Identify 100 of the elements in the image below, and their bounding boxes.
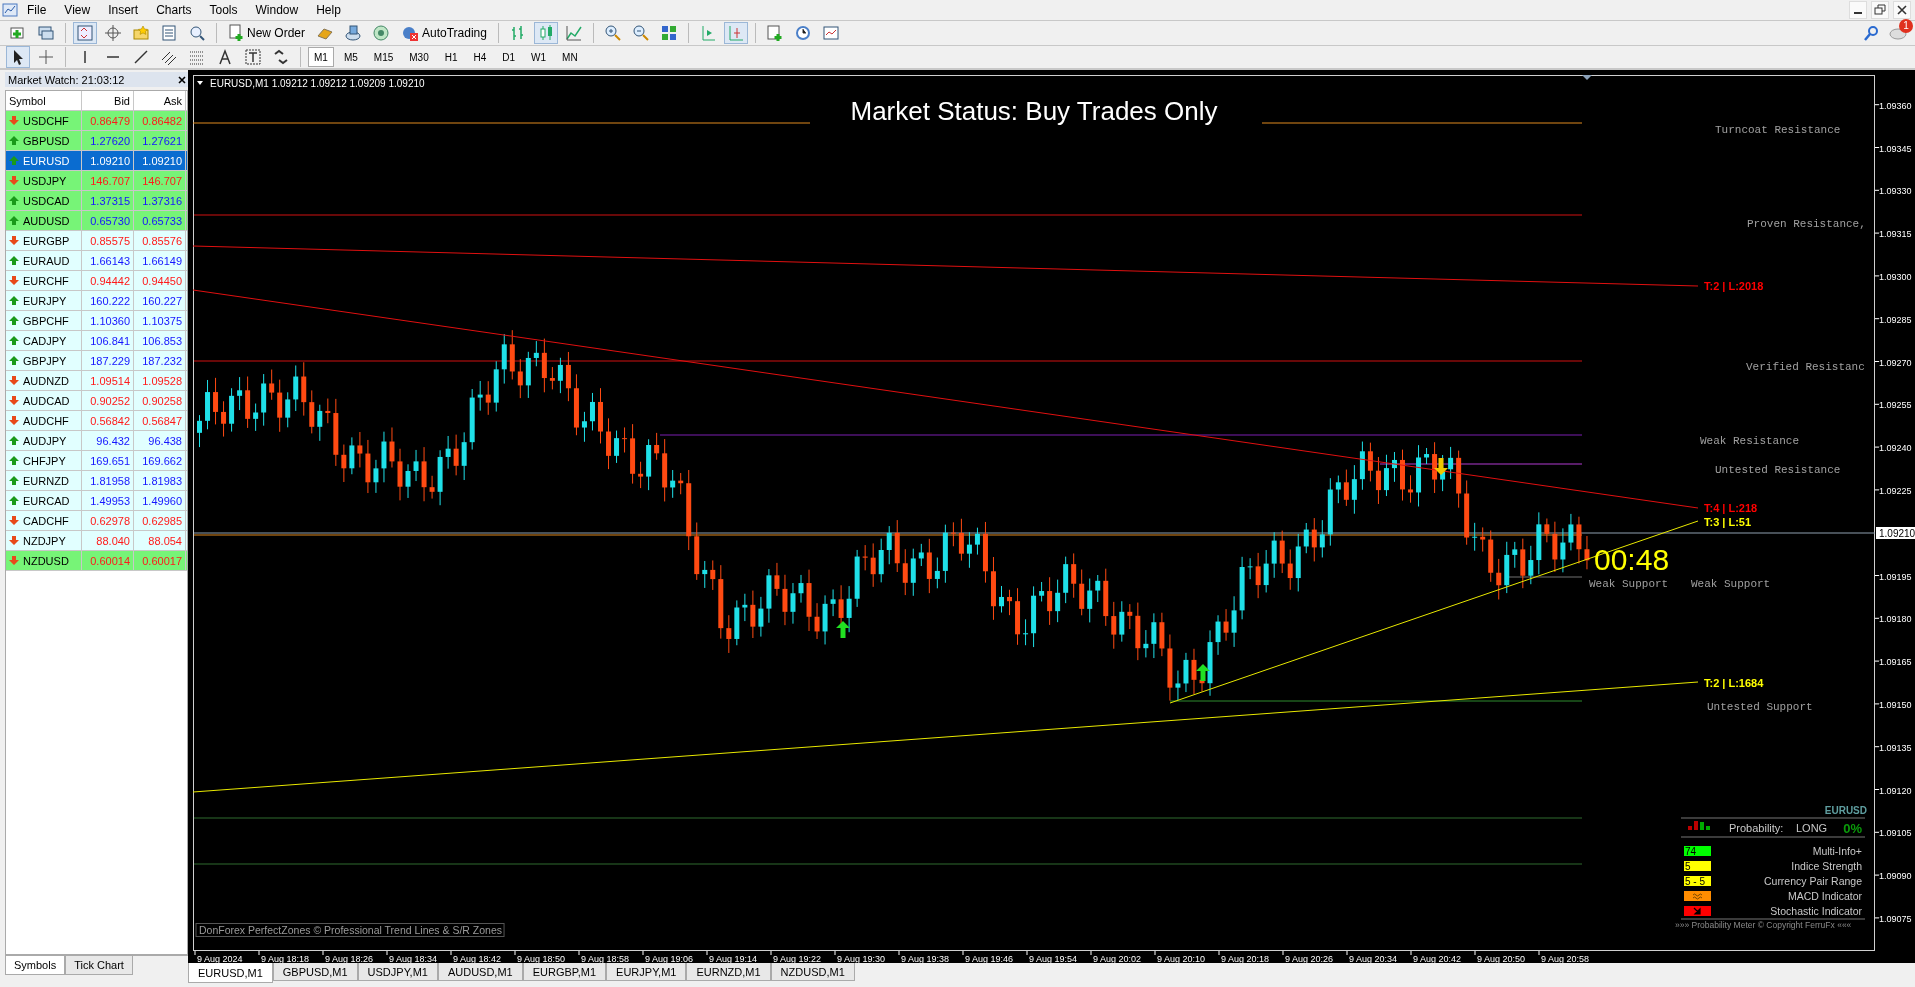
symbol-row[interactable]: EURCHF 0.94442 0.94450 bbox=[6, 271, 187, 291]
zone-label: Untested Resistance bbox=[1715, 464, 1841, 476]
crosshair-icon[interactable] bbox=[104, 24, 122, 42]
menu-item[interactable]: Insert bbox=[99, 3, 148, 17]
symbol-row[interactable]: USDCAD 1.37315 1.37316 bbox=[6, 191, 187, 211]
text-icon[interactable] bbox=[216, 48, 234, 66]
zoom-in-icon[interactable] bbox=[603, 24, 622, 42]
tile-windows-icon[interactable] bbox=[659, 24, 678, 42]
symbol-row[interactable]: EURCAD 1.49953 1.49960 bbox=[6, 491, 187, 511]
bid-price: 187.229 bbox=[82, 351, 134, 370]
timeframe-button[interactable]: H1 bbox=[438, 47, 464, 67]
clock-icon[interactable] bbox=[793, 24, 812, 42]
symbol-row[interactable]: AUDUSD 0.65730 0.65733 bbox=[6, 211, 187, 231]
symbol-row[interactable]: AUDJPY 96.432 96.438 bbox=[6, 431, 187, 451]
zone-label: Verified Resistanc bbox=[1746, 361, 1865, 373]
templates-icon[interactable] bbox=[765, 24, 784, 42]
symbol-name: AUDCAD bbox=[23, 394, 70, 407]
star-folder-icon[interactable] bbox=[132, 24, 150, 42]
direction-label: LONG bbox=[1796, 822, 1828, 834]
profiles-icon[interactable] bbox=[37, 24, 55, 42]
data-window-icon[interactable] bbox=[160, 24, 178, 42]
timeframe-button[interactable]: H4 bbox=[467, 47, 493, 67]
ask-price: 0.86482 bbox=[134, 111, 186, 130]
symbol-name: EURJPY bbox=[23, 294, 67, 307]
cloud-server-icon[interactable] bbox=[344, 24, 362, 42]
chart-tab[interactable]: AUDUSD,M1 bbox=[437, 963, 523, 981]
tester-icon[interactable] bbox=[188, 24, 206, 42]
timeframe-button[interactable]: M5 bbox=[337, 47, 364, 67]
new-chart-icon[interactable] bbox=[9, 24, 27, 42]
chart-tab[interactable]: EURNZD,M1 bbox=[686, 963, 771, 981]
column-header[interactable]: Symbol bbox=[6, 91, 82, 110]
text-label-icon[interactable] bbox=[244, 48, 262, 66]
line-chart-icon[interactable] bbox=[564, 24, 583, 42]
symbol-row[interactable]: AUDCHF 0.56842 0.56847 bbox=[6, 411, 187, 431]
timeframe-button[interactable]: D1 bbox=[496, 47, 522, 67]
timeframe-button[interactable]: M15 bbox=[367, 47, 400, 67]
symbol-row[interactable]: EURJPY 160.222 160.227 bbox=[6, 291, 187, 311]
symbol-row[interactable]: NZDUSD 0.60014 0.60017 bbox=[6, 551, 187, 571]
symbol-name: GBPJPY bbox=[23, 354, 67, 367]
timeframe-button[interactable]: M1 bbox=[308, 47, 334, 67]
trend-line-icon[interactable] bbox=[132, 48, 150, 66]
chart-tab[interactable]: NZDUSD,M1 bbox=[770, 963, 855, 981]
price-label: 1.09270 bbox=[1879, 357, 1912, 368]
zoom-out-icon[interactable] bbox=[631, 24, 650, 42]
minimize-icon[interactable] bbox=[1849, 1, 1867, 19]
column-header[interactable]: Bid bbox=[82, 91, 134, 110]
menu-item[interactable]: File bbox=[18, 3, 56, 17]
close-icon[interactable] bbox=[176, 73, 188, 86]
chart-tab[interactable]: USDJPY,M1 bbox=[357, 963, 438, 981]
timeframe-button[interactable]: W1 bbox=[525, 47, 553, 67]
symbol-name: EURNZD bbox=[23, 474, 69, 487]
symbol-row[interactable]: NZDJPY 88.040 88.054 bbox=[6, 531, 187, 551]
indicator-window-icon[interactable] bbox=[821, 24, 840, 42]
symbol-row[interactable]: USDCHF 0.86479 0.86482 bbox=[6, 111, 187, 131]
symbol-row[interactable]: EURGBP 0.85575 0.85576 bbox=[6, 231, 187, 251]
close-icon[interactable] bbox=[1893, 1, 1911, 19]
panel-tab[interactable]: Symbols bbox=[5, 956, 66, 975]
menu-item[interactable]: Help bbox=[307, 3, 350, 17]
menu-item[interactable]: Window bbox=[246, 3, 308, 17]
time-label: 9 Aug 19:14 bbox=[709, 954, 758, 963]
panel-tab[interactable]: Tick Chart bbox=[65, 956, 133, 975]
menu-item[interactable]: Charts bbox=[147, 3, 201, 17]
chart-tab[interactable]: GBPUSD,M1 bbox=[272, 963, 358, 981]
search-icon[interactable] bbox=[1863, 25, 1879, 41]
chart-tab[interactable]: EURJPY,M1 bbox=[606, 963, 687, 981]
autotrading-button[interactable]: AutoTrading bbox=[397, 23, 491, 43]
symbol-row[interactable]: CADJPY 106.841 106.853 bbox=[6, 331, 187, 351]
symbol-row[interactable]: GBPCHF 1.10360 1.10375 bbox=[6, 311, 187, 331]
chart-tab[interactable]: EURGBP,M1 bbox=[522, 963, 607, 981]
crosshair-icon[interactable] bbox=[37, 48, 55, 66]
menu-item[interactable]: Tools bbox=[200, 3, 247, 17]
symbol-row[interactable]: EURAUD 1.66143 1.66149 bbox=[6, 251, 187, 271]
menu-item[interactable]: View bbox=[55, 3, 100, 17]
time-label: 9 Aug 20:34 bbox=[1349, 954, 1398, 963]
symbol-row[interactable]: GBPJPY 187.229 187.232 bbox=[6, 351, 187, 371]
chart-tab[interactable]: EURUSD,M1 bbox=[188, 963, 273, 983]
symbol-row[interactable]: AUDNZD 1.09514 1.09528 bbox=[6, 371, 187, 391]
timeframe-button[interactable]: M30 bbox=[403, 47, 435, 67]
symbol-row[interactable]: EURNZD 1.81958 1.81983 bbox=[6, 471, 187, 491]
timeframe-button[interactable]: MN bbox=[556, 47, 584, 67]
symbol-row[interactable]: USDJPY 146.707 146.707 bbox=[6, 171, 187, 191]
price-label: 1.09180 bbox=[1879, 614, 1912, 625]
time-label: 9 Aug 20:42 bbox=[1413, 954, 1462, 963]
column-header[interactable]: Ask bbox=[134, 91, 186, 110]
indicator-name: Currency Pair Range bbox=[1763, 875, 1862, 887]
symbol-row[interactable]: CADCHF 0.62978 0.62985 bbox=[6, 511, 187, 531]
bid-price: 146.707 bbox=[82, 171, 134, 190]
symbol-row[interactable]: EURUSD 1.09210 1.09210 bbox=[6, 151, 187, 171]
symbol-row[interactable]: GBPUSD 1.27620 1.27621 bbox=[6, 131, 187, 151]
arrows-icon[interactable] bbox=[272, 48, 290, 66]
symbol-row[interactable]: AUDCAD 0.90252 0.90258 bbox=[6, 391, 187, 411]
ask-price: 187.232 bbox=[134, 351, 186, 370]
market-watch-icon[interactable] bbox=[76, 24, 94, 42]
fibonacci-icon[interactable] bbox=[188, 48, 206, 66]
signal-icon[interactable] bbox=[372, 24, 390, 42]
time-label: 9 Aug 20:50 bbox=[1477, 954, 1526, 963]
symbol-row[interactable]: CHFJPY 169.651 169.662 bbox=[6, 451, 187, 471]
restore-icon[interactable] bbox=[1871, 1, 1889, 19]
price-label: 1.09105 bbox=[1879, 828, 1912, 839]
new-order-button[interactable]: New Order bbox=[224, 23, 309, 43]
